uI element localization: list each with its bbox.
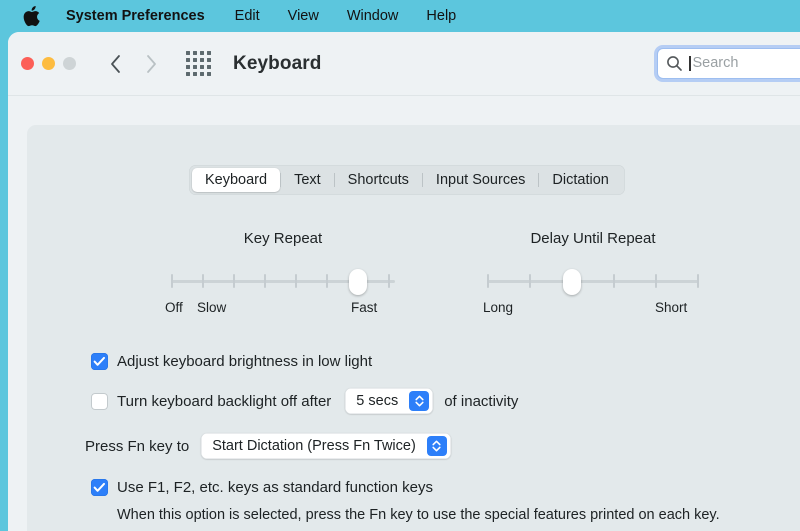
menu-item-window[interactable]: Window — [347, 9, 399, 24]
close-button[interactable] — [21, 57, 34, 70]
page-title: Keyboard — [233, 52, 322, 74]
menu-item-system-preferences[interactable]: System Preferences — [66, 9, 205, 24]
minimize-button[interactable] — [42, 57, 55, 70]
delay-label-long: Long — [483, 300, 514, 315]
delay-until-repeat-slider[interactable] — [487, 269, 699, 295]
function-keys-checkbox[interactable] — [91, 479, 108, 496]
system-preferences-window: Keyboard Search Keyboard Text Shortcuts … — [8, 32, 800, 531]
fn-key-popup[interactable]: Start Dictation (Press Fn Twice) — [201, 433, 451, 459]
zoom-button — [63, 57, 76, 70]
traffic-lights — [21, 57, 76, 70]
menu-item-view[interactable]: View — [288, 9, 319, 24]
backlight-delay-value: 5 secs — [356, 393, 399, 409]
key-repeat-slider-thumb[interactable] — [349, 269, 367, 295]
function-keys-help-text: When this option is selected, press the … — [117, 507, 720, 523]
search-field[interactable]: Search — [657, 48, 800, 79]
slider-tick — [233, 274, 235, 288]
delay-labels: Long Short — [483, 300, 699, 318]
key-repeat-label-fast: Fast — [351, 300, 378, 315]
slider-tick — [529, 274, 531, 288]
backlight-off-row[interactable]: Turn keyboard backlight off after 5 secs… — [91, 388, 518, 414]
backlight-off-checkbox[interactable] — [91, 392, 108, 410]
delay-title: Delay Until Repeat — [530, 230, 656, 247]
fn-key-value: Start Dictation (Press Fn Twice) — [212, 438, 416, 454]
window-titlebar: Keyboard Search — [8, 32, 800, 96]
slider-tick — [487, 274, 489, 288]
key-repeat-slider[interactable] — [171, 269, 395, 295]
chevron-updown-icon[interactable] — [409, 391, 430, 411]
backlight-off-label-before: Turn keyboard backlight off after — [117, 392, 332, 410]
slider-tick — [264, 274, 266, 288]
menu-item-edit[interactable]: Edit — [235, 9, 260, 24]
tab-dictation[interactable]: Dictation — [539, 168, 621, 192]
slider-tick — [697, 274, 699, 288]
slider-tick — [388, 274, 390, 288]
key-repeat-labels: Off Slow Fast — [165, 300, 395, 318]
chevron-right-icon — [144, 53, 158, 75]
show-all-grid-icon[interactable] — [186, 51, 211, 76]
function-keys-row[interactable]: Use F1, F2, etc. keys as standard functi… — [91, 479, 433, 496]
chevron-updown-icon[interactable] — [426, 436, 447, 456]
tab-input-sources[interactable]: Input Sources — [423, 168, 538, 192]
tab-shortcuts[interactable]: Shortcuts — [335, 168, 422, 192]
key-repeat-label-slow: Slow — [197, 300, 227, 315]
menu-item-help[interactable]: Help — [426, 9, 456, 24]
backlight-off-label-after: of inactivity — [444, 392, 519, 410]
delay-label-short: Short — [655, 300, 688, 315]
key-repeat-title: Key Repeat — [243, 230, 323, 247]
search-placeholder: Search — [692, 55, 739, 72]
slider-tick — [655, 274, 657, 288]
backlight-delay-popup[interactable]: 5 secs — [345, 388, 434, 414]
navigation-arrows — [108, 53, 158, 75]
key-repeat-slider-group: Key Repeat Off Slow Fast — [165, 230, 395, 318]
delay-until-repeat-slider-group: Delay Until Repeat Long Short — [483, 230, 699, 318]
slider-tick — [613, 274, 615, 288]
adjust-brightness-checkbox[interactable] — [91, 353, 108, 370]
key-repeat-label-off: Off — [165, 300, 183, 315]
delay-slider-thumb[interactable] — [563, 269, 581, 295]
fn-key-label: Press Fn key to — [85, 437, 190, 455]
slider-tick — [202, 274, 204, 288]
slider-tick — [326, 274, 328, 288]
screen: System Preferences Edit View Window Help — [0, 0, 800, 531]
text-caret — [689, 56, 691, 71]
tab-bar: Keyboard Text Shortcuts Input Sources Di… — [189, 165, 625, 195]
tab-text[interactable]: Text — [281, 168, 334, 192]
slider-tick — [295, 274, 297, 288]
fn-key-row: Press Fn key to Start Dictation (Press F… — [85, 433, 451, 459]
adjust-brightness-row[interactable]: Adjust keyboard brightness in low light — [91, 353, 372, 370]
function-keys-label: Use F1, F2, etc. keys as standard functi… — [117, 479, 433, 496]
chevron-left-icon[interactable] — [108, 53, 122, 75]
slider-tick — [171, 274, 173, 288]
apple-logo-icon[interactable] — [22, 5, 40, 27]
adjust-brightness-label: Adjust keyboard brightness in low light — [117, 353, 373, 370]
preference-pane: Keyboard Text Shortcuts Input Sources Di… — [27, 125, 800, 531]
tab-keyboard[interactable]: Keyboard — [192, 168, 281, 192]
search-icon — [666, 55, 683, 72]
slider-track — [487, 280, 699, 283]
menu-bar: System Preferences Edit View Window Help — [0, 0, 800, 32]
